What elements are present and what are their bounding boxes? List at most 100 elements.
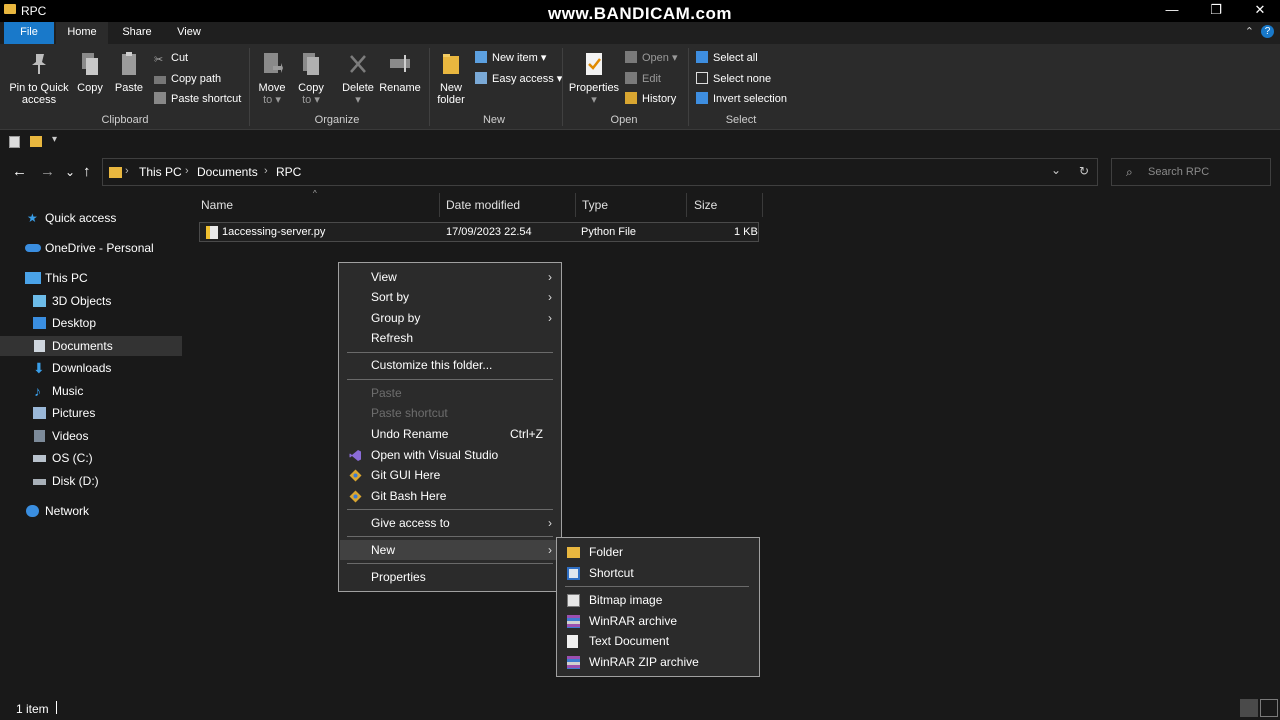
- menu-item-refresh[interactable]: Refresh: [340, 328, 560, 348]
- menu-item-paste[interactable]: Paste: [340, 383, 560, 403]
- properties-button[interactable]: Properties ▾: [567, 50, 621, 106]
- shortcut-icon: [567, 567, 580, 580]
- column-separator[interactable]: [762, 193, 763, 217]
- tab-share[interactable]: Share: [112, 22, 162, 44]
- new-folder-button[interactable]: New folder: [433, 50, 469, 106]
- column-header-name[interactable]: Name: [201, 193, 233, 217]
- collapse-ribbon-icon[interactable]: ⌃: [1245, 25, 1254, 38]
- tab-home[interactable]: Home: [56, 22, 108, 44]
- open-button[interactable]: Open ▾: [625, 49, 678, 67]
- paste-shortcut-button[interactable]: Paste shortcut: [154, 90, 241, 108]
- copy-button[interactable]: Copy: [74, 50, 106, 94]
- address-bar[interactable]: › This PC › Documents › RPC ⌄ ↻: [102, 158, 1098, 186]
- search-input[interactable]: ⌕ Search RPC: [1111, 158, 1271, 186]
- pictures-icon: [33, 407, 46, 419]
- menu-item-new-winrar-zip[interactable]: WinRAR ZIP archive: [558, 652, 758, 672]
- customize-qat-icon[interactable]: ▾: [52, 134, 57, 145]
- recent-locations-button[interactable]: ⌄: [65, 165, 75, 179]
- nav-desktop[interactable]: Desktop: [0, 313, 182, 333]
- nav-pictures[interactable]: Pictures: [0, 403, 182, 423]
- cube-icon: [33, 295, 46, 307]
- nav-downloads[interactable]: ⬇ Downloads: [0, 358, 182, 378]
- breadcrumb-rpc[interactable]: RPC: [276, 165, 301, 179]
- select-none-button[interactable]: Select none: [696, 70, 771, 88]
- column-separator[interactable]: [575, 193, 576, 217]
- breadcrumb-documents[interactable]: Documents: [197, 165, 258, 179]
- delete-button[interactable]: Delete ▾: [340, 50, 376, 106]
- refresh-icon[interactable]: ↻: [1079, 164, 1089, 178]
- paste-button[interactable]: Paste: [112, 50, 146, 94]
- copy-path-button[interactable]: Copy path: [154, 70, 221, 88]
- computer-icon: [25, 272, 41, 284]
- menu-label: Refresh: [371, 331, 414, 345]
- column-header-size[interactable]: Size: [694, 193, 717, 217]
- tab-file[interactable]: File: [4, 22, 54, 44]
- history-button[interactable]: History: [625, 90, 676, 108]
- easy-access-button[interactable]: Easy access ▾: [475, 70, 562, 88]
- menu-item-open-visual-studio[interactable]: Open with Visual Studio: [340, 445, 560, 465]
- nav-this-pc[interactable]: This PC: [0, 268, 182, 288]
- menu-item-new-shortcut[interactable]: Shortcut: [558, 563, 758, 583]
- large-icons-view-button[interactable]: [1260, 699, 1278, 717]
- pin-to-quick-access-button[interactable]: Pin to Quick access: [8, 50, 70, 106]
- network-icon: [26, 505, 39, 517]
- select-all-button[interactable]: Select all: [696, 49, 758, 67]
- menu-item-new-folder[interactable]: Folder: [558, 542, 758, 562]
- details-view-button[interactable]: [1240, 699, 1258, 717]
- new-folder-qat-icon[interactable]: [30, 136, 42, 147]
- menu-item-group-by[interactable]: Group by ›: [340, 308, 560, 328]
- minimize-button[interactable]: —: [1152, 0, 1192, 22]
- nav-quick-access[interactable]: ★ Quick access: [0, 208, 182, 228]
- menu-label: Give access to: [371, 516, 450, 530]
- menu-item-new[interactable]: New ›: [340, 540, 560, 560]
- edit-button[interactable]: Edit: [625, 70, 661, 88]
- close-button[interactable]: ✕: [1240, 0, 1280, 22]
- forward-button[interactable]: →: [40, 163, 55, 180]
- invert-selection-label: Invert selection: [713, 93, 787, 105]
- new-item-button[interactable]: New item ▾: [475, 49, 546, 67]
- address-dropdown-icon[interactable]: ⌄: [1051, 163, 1061, 177]
- menu-item-give-access[interactable]: Give access to ›: [340, 513, 560, 533]
- menu-item-git-gui[interactable]: Git GUI Here: [340, 465, 560, 485]
- properties-qat-icon[interactable]: [9, 136, 20, 148]
- nav-music[interactable]: ♪ Music: [0, 381, 182, 401]
- column-header-date[interactable]: Date modified: [446, 193, 520, 217]
- nav-onedrive[interactable]: OneDrive - Personal: [0, 238, 182, 258]
- menu-label: Customize this folder...: [371, 358, 493, 372]
- menu-item-new-winrar[interactable]: WinRAR archive: [558, 611, 758, 631]
- copy-to-button[interactable]: Copy to ▾: [294, 50, 328, 106]
- winrar-zip-icon: [567, 656, 580, 669]
- nav-network[interactable]: Network: [0, 501, 182, 521]
- nav-documents[interactable]: Documents: [0, 336, 182, 356]
- menu-item-customize-folder[interactable]: Customize this folder...: [340, 355, 560, 375]
- column-separator[interactable]: [439, 193, 440, 217]
- help-icon[interactable]: ?: [1261, 25, 1274, 38]
- invert-selection-button[interactable]: Invert selection: [696, 90, 787, 108]
- menu-item-view[interactable]: View ›: [340, 267, 560, 287]
- nav-label: Pictures: [52, 406, 96, 420]
- menu-item-new-bitmap[interactable]: Bitmap image: [558, 590, 758, 610]
- table-row[interactable]: 1accessing-server.py 17/09/2023 22.54 Py…: [199, 222, 759, 242]
- menu-separator: [565, 586, 749, 587]
- menu-item-paste-shortcut[interactable]: Paste shortcut: [340, 403, 560, 423]
- cut-button[interactable]: ✂ Cut: [154, 49, 188, 67]
- column-separator[interactable]: [686, 193, 687, 217]
- menu-item-git-bash[interactable]: Git Bash Here: [340, 486, 560, 506]
- up-button[interactable]: ↑: [83, 163, 91, 180]
- column-header-type[interactable]: Type: [582, 193, 608, 217]
- restore-button[interactable]: ❐: [1196, 0, 1236, 22]
- rename-button[interactable]: Rename: [378, 50, 422, 94]
- tab-view[interactable]: View: [164, 22, 214, 44]
- menu-item-properties[interactable]: Properties: [340, 567, 560, 587]
- nav-3d-objects[interactable]: 3D Objects: [0, 291, 182, 311]
- move-to-button[interactable]: Move to ▾: [255, 50, 289, 106]
- nav-os-c[interactable]: OS (C:): [0, 448, 182, 468]
- back-button[interactable]: ←: [12, 163, 27, 180]
- menu-item-undo-rename[interactable]: Undo Rename Ctrl+Z: [340, 424, 560, 444]
- menu-item-new-text-document[interactable]: Text Document: [558, 631, 758, 651]
- nav-videos[interactable]: Videos: [0, 426, 182, 446]
- menu-item-sort-by[interactable]: Sort by ›: [340, 287, 560, 307]
- breadcrumb-this-pc[interactable]: This PC: [139, 165, 182, 179]
- nav-label: Network: [45, 504, 90, 518]
- nav-disk-d[interactable]: Disk (D:): [0, 471, 182, 491]
